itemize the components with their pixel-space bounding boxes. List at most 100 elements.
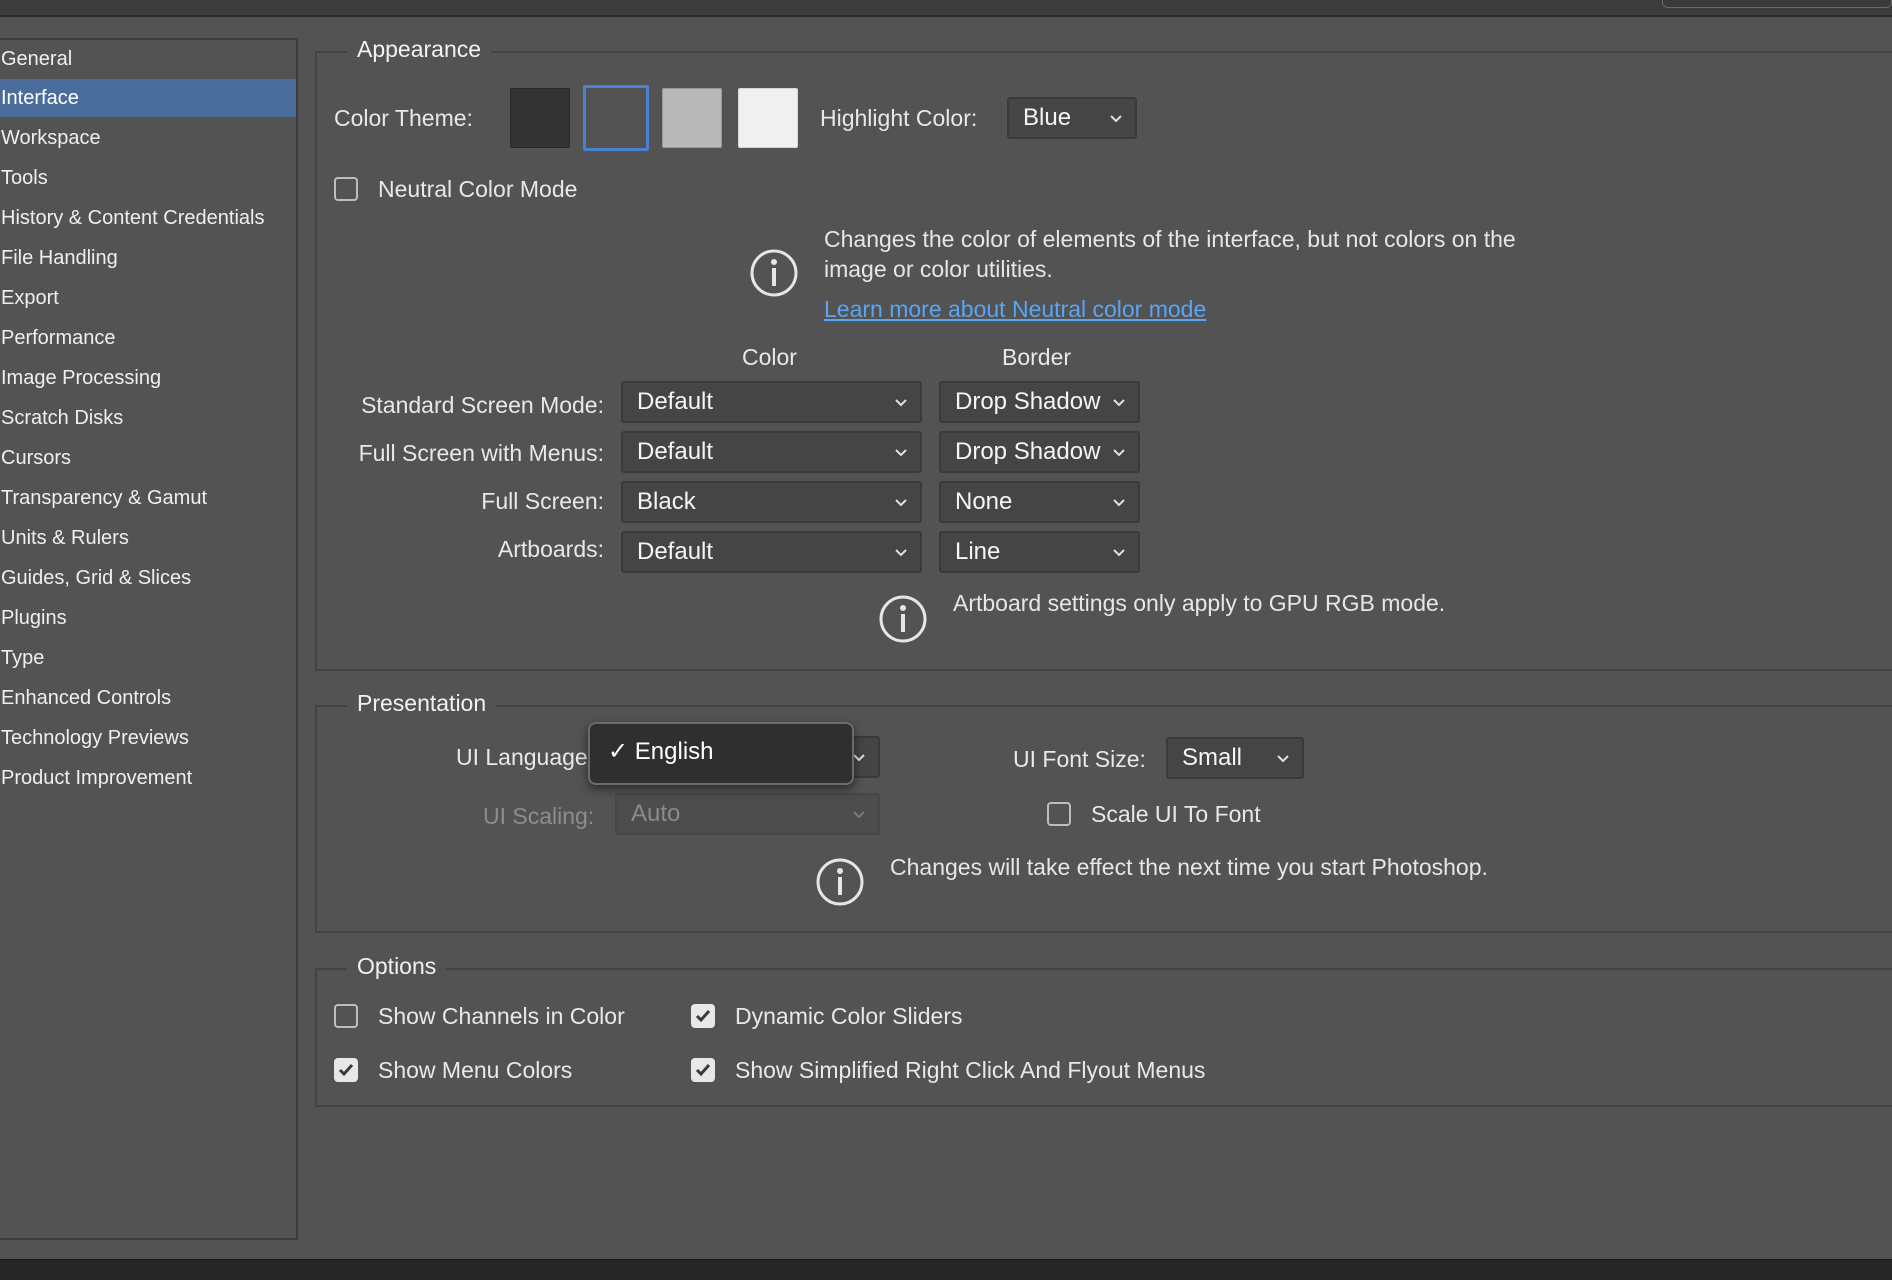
chevron-down-icon: [1113, 449, 1125, 457]
scale-ui-to-font-label: Scale UI To Font: [1091, 801, 1261, 827]
theme-swatch-dark-selected[interactable]: [583, 85, 649, 151]
standard-screen-color-dropdown[interactable]: Default: [621, 381, 922, 423]
ui-language-popup-menu: ✓ English: [588, 722, 854, 785]
sidebar-item-export[interactable]: Export: [0, 279, 296, 317]
neutral-learn-more-link[interactable]: Learn more about Neutral color mode: [824, 296, 1206, 323]
ui-language-option-english[interactable]: ✓ English: [608, 737, 714, 766]
full-screen-menus-label: Full Screen with Menus:: [358, 440, 604, 466]
chevron-down-icon: [853, 811, 865, 819]
artboard-info-text: Artboard settings only apply to GPU RGB …: [953, 590, 1446, 616]
show-menu-colors-label: Show Menu Colors: [378, 1057, 573, 1083]
chevron-down-icon: [895, 549, 907, 557]
title-bar: [0, 0, 1892, 17]
chevron-down-icon: [1113, 499, 1125, 507]
sidebar-item-plugins[interactable]: Plugins: [0, 599, 296, 637]
artboards-border-value: Line: [955, 538, 1001, 565]
full-screen-color-value: Black: [637, 488, 696, 515]
sidebar-item-tools[interactable]: Tools: [0, 159, 296, 197]
artboards-color-dropdown[interactable]: Default: [621, 531, 922, 573]
full-screen-menus-color-value: Default: [637, 438, 714, 465]
column-header-border: Border: [1002, 344, 1072, 370]
show-simplified-menus-checkbox[interactable]: [691, 1058, 715, 1082]
sidebar-item-image-processing[interactable]: Image Processing: [0, 359, 296, 397]
show-channels-in-color-label: Show Channels in Color: [378, 1003, 625, 1029]
dynamic-color-sliders-label: Dynamic Color Sliders: [735, 1003, 963, 1029]
artboards-color-value: Default: [637, 538, 714, 565]
dynamic-color-sliders-checkbox[interactable]: [691, 1004, 715, 1028]
info-icon: [879, 595, 927, 643]
scale-ui-to-font-checkbox[interactable]: [1047, 802, 1071, 826]
show-simplified-menus-label: Show Simplified Right Click And Flyout M…: [735, 1057, 1206, 1083]
standard-screen-mode-label: Standard Screen Mode:: [361, 392, 604, 418]
chevron-down-icon: [1113, 399, 1125, 407]
sidebar-item-technology-previews[interactable]: Technology Previews: [0, 719, 296, 757]
sidebar-item-file-handling[interactable]: File Handling: [0, 239, 296, 277]
chevron-down-icon: [1277, 755, 1289, 763]
highlight-color-label: Highlight Color:: [820, 105, 978, 131]
show-channels-in-color-checkbox[interactable]: [334, 1004, 358, 1028]
ui-scaling-label: UI Scaling:: [483, 803, 595, 829]
neutral-color-mode-checkbox[interactable]: [334, 177, 358, 201]
ui-scaling-dropdown: Auto: [615, 793, 880, 835]
sidebar-item-type[interactable]: Type: [0, 639, 296, 677]
chevron-down-icon: [895, 499, 907, 507]
theme-swatch-lightest[interactable]: [738, 88, 798, 148]
preferences-sidebar: General Interface Workspace Tools Histor…: [0, 38, 298, 1240]
info-icon: [816, 858, 864, 906]
sidebar-item-units-rulers[interactable]: Units & Rulers: [0, 519, 296, 557]
standard-screen-border-dropdown[interactable]: Drop Shadow: [939, 381, 1140, 423]
search-field[interactable]: [1662, 0, 1892, 8]
chevron-down-icon: [895, 399, 907, 407]
ui-font-size-label: UI Font Size:: [1013, 746, 1146, 772]
presentation-title: Presentation: [347, 690, 497, 717]
column-header-color: Color: [742, 344, 797, 370]
sidebar-item-scratch-disks[interactable]: Scratch Disks: [0, 399, 296, 437]
chevron-down-icon: [895, 449, 907, 457]
appearance-title: Appearance: [347, 36, 492, 63]
options-group: Options: [315, 953, 1892, 1107]
full-screen-menus-border-value: Drop Shadow: [955, 438, 1101, 465]
sidebar-item-guides[interactable]: Guides, Grid & Slices: [0, 559, 296, 597]
sidebar-item-interface[interactable]: Interface: [0, 79, 296, 117]
checkmark-icon: [338, 1064, 354, 1077]
sidebar-item-workspace[interactable]: Workspace: [0, 119, 296, 157]
full-screen-menus-color-dropdown[interactable]: Default: [621, 431, 922, 473]
ui-font-size-value: Small: [1182, 744, 1243, 771]
full-screen-border-dropdown[interactable]: None: [939, 481, 1140, 523]
highlight-color-dropdown[interactable]: Blue: [1007, 97, 1137, 139]
neutral-info-text: Changes the color of elements of the int…: [824, 224, 1624, 284]
full-screen-menus-border-dropdown[interactable]: Drop Shadow: [939, 431, 1140, 473]
options-title: Options: [347, 953, 447, 980]
ui-scaling-value: Auto: [631, 800, 681, 827]
bottom-bar: [0, 1259, 1892, 1280]
full-screen-color-dropdown[interactable]: Black: [621, 481, 922, 523]
artboards-border-dropdown[interactable]: Line: [939, 531, 1140, 573]
info-icon: [750, 249, 798, 297]
chevron-down-icon: [1110, 115, 1122, 123]
ui-language-label: UI Language: [456, 744, 588, 770]
sidebar-item-product-improvement[interactable]: Product Improvement: [0, 759, 296, 797]
artboards-label: Artboards:: [497, 536, 604, 562]
chevron-down-icon: [1113, 549, 1125, 557]
sidebar-item-enhanced-controls[interactable]: Enhanced Controls: [0, 679, 296, 717]
checkmark-icon: [695, 1064, 711, 1077]
sidebar-item-cursors[interactable]: Cursors: [0, 439, 296, 477]
sidebar-item-performance[interactable]: Performance: [0, 319, 296, 357]
highlight-color-value: Blue: [1023, 104, 1072, 131]
ui-font-size-dropdown[interactable]: Small: [1166, 737, 1304, 779]
sidebar-item-transparency[interactable]: Transparency & Gamut: [0, 479, 296, 517]
full-screen-border-value: None: [955, 488, 1013, 515]
show-menu-colors-checkbox[interactable]: [334, 1058, 358, 1082]
sidebar-item-history[interactable]: History & Content Credentials: [0, 199, 296, 237]
sidebar-item-general[interactable]: General: [0, 40, 296, 78]
theme-swatch-light[interactable]: [662, 88, 722, 148]
neutral-info-line2: image or color utilities.: [824, 256, 1053, 282]
standard-screen-color-value: Default: [637, 388, 714, 415]
full-screen-label: Full Screen:: [481, 488, 604, 514]
color-theme-label: Color Theme:: [334, 105, 473, 131]
standard-screen-border-value: Drop Shadow: [955, 388, 1101, 415]
neutral-color-mode-label: Neutral Color Mode: [378, 176, 578, 202]
restart-info-text: Changes will take effect the next time y…: [890, 854, 1488, 880]
theme-swatch-darkest[interactable]: [510, 88, 570, 148]
neutral-info-line1: Changes the color of elements of the int…: [824, 226, 1516, 252]
